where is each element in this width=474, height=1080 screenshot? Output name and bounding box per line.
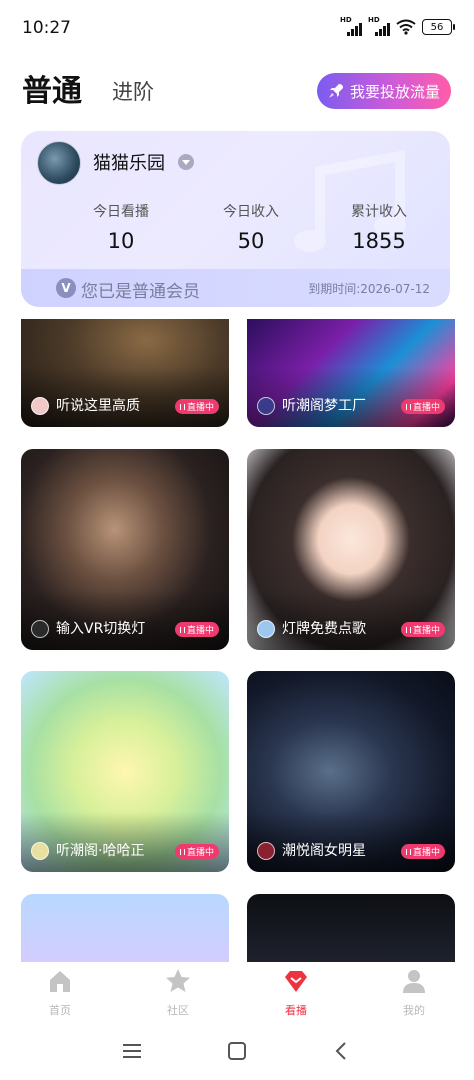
bottom-nav: 首页 社区 看播 我的 (0, 962, 474, 1022)
live-room-card[interactable] (21, 894, 229, 962)
live-badge: 直播中 (174, 844, 219, 859)
diamond-icon (285, 971, 307, 992)
live-badge: 直播中 (174, 622, 219, 637)
menu-icon[interactable] (121, 1040, 143, 1062)
room-avatar (31, 842, 49, 860)
boost-traffic-button[interactable]: 我要投放流量 (317, 73, 451, 109)
room-avatar (31, 397, 49, 415)
account-name[interactable]: 猫猫乐园 (93, 149, 165, 175)
nav-label: 首页 (49, 1004, 71, 1017)
nav-label: 社区 (167, 1004, 189, 1017)
system-nav-bar (0, 1022, 474, 1080)
live-badge-label: 直播中 (186, 626, 214, 636)
nav-community[interactable]: 社区 (138, 968, 218, 1018)
stat-label: 今日收入 (223, 204, 279, 220)
live-badge: 直播中 (174, 399, 219, 414)
stat-label: 累计收入 (351, 204, 407, 220)
stat-total-income: 累计收入 1855 (319, 201, 439, 253)
live-icon (179, 626, 185, 633)
vip-badge-icon: V (56, 278, 76, 298)
star-icon (166, 969, 190, 992)
live-room-feed: 听说这里高质 直播中 听潮阁梦工厂 直播中 输入VR切换灯 直播中 灯牌免费点歌… (0, 319, 474, 962)
live-icon (179, 848, 185, 855)
membership-bar[interactable]: V 您已是普通会员 到期时间:2026-07-12 (21, 269, 450, 307)
wifi-icon (396, 19, 416, 35)
nav-label: 看播 (285, 1004, 307, 1017)
stat-today-views: 今日看播 10 (61, 201, 181, 253)
nav-profile[interactable]: 我的 (374, 968, 454, 1018)
room-title: 潮悦阁女明星 (282, 843, 366, 859)
top-tabs: 普通 进阶 我要投放流量 (0, 64, 474, 120)
live-room-card[interactable]: 输入VR切换灯 直播中 (21, 449, 229, 650)
live-badge-label: 直播中 (412, 848, 440, 858)
stat-value: 1855 (352, 229, 406, 253)
live-badge: 直播中 (400, 844, 445, 859)
nav-watch-live[interactable]: 看播 (256, 968, 336, 1018)
tab-normal[interactable]: 普通 (22, 66, 82, 110)
stat-value: 50 (237, 229, 265, 253)
stat-label: 今日看播 (93, 204, 149, 220)
cellular-signal-icon: HD (340, 16, 362, 36)
home-icon (50, 971, 70, 992)
tab-advanced[interactable]: 进阶 (112, 76, 154, 106)
nav-label: 我的 (403, 1004, 425, 1017)
membership-status: 您已是普通会员 (81, 282, 200, 302)
person-icon (403, 970, 425, 993)
live-icon (405, 403, 411, 410)
room-title: 听说这里高质 (56, 398, 140, 414)
live-badge-label: 直播中 (412, 403, 440, 413)
room-avatar (31, 620, 49, 638)
stat-value: 10 (107, 229, 135, 253)
live-room-card[interactable]: 潮悦阁女明星 直播中 (247, 671, 455, 872)
room-title: 灯牌免费点歌 (282, 621, 366, 637)
status-time: 10:27 (22, 18, 71, 38)
cellular-signal-icon: HD (368, 16, 390, 36)
live-badge: 直播中 (400, 622, 445, 637)
live-badge-label: 直播中 (412, 626, 440, 636)
member-card: 猫猫乐园 今日看播 10 今日收入 50 累计收入 1855 V 您已是普通会员… (21, 131, 450, 307)
live-icon (405, 848, 411, 855)
live-badge: 直播中 (400, 399, 445, 414)
live-room-card[interactable]: 听潮阁·哈哈正 直播中 (21, 671, 229, 872)
back-icon[interactable] (331, 1040, 353, 1062)
live-badge-label: 直播中 (186, 403, 214, 413)
stat-today-income: 今日收入 50 (191, 201, 311, 253)
live-icon (405, 626, 411, 633)
nav-home[interactable]: 首页 (20, 968, 100, 1018)
avatar[interactable] (37, 141, 81, 185)
live-room-card[interactable] (247, 894, 455, 962)
live-room-card[interactable]: 灯牌免费点歌 直播中 (247, 449, 455, 650)
status-bar: 10:27 HD HD 56 (0, 0, 474, 56)
live-room-card[interactable]: 听潮阁梦工厂 直播中 (247, 319, 455, 427)
room-title: 听潮阁梦工厂 (282, 398, 366, 414)
room-title: 输入VR切换灯 (56, 621, 146, 637)
battery-level: 56 (430, 21, 444, 33)
membership-expiry: 到期时间:2026-07-12 (308, 282, 430, 296)
chevron-down-icon[interactable] (178, 154, 194, 170)
status-icons: HD HD 56 (340, 16, 455, 36)
home-square-icon[interactable] (226, 1040, 248, 1062)
room-avatar (257, 620, 275, 638)
rocket-icon (328, 84, 343, 98)
room-avatar (257, 842, 275, 860)
live-room-card[interactable]: 听说这里高质 直播中 (21, 319, 229, 427)
live-icon (179, 403, 185, 410)
live-badge-label: 直播中 (186, 848, 214, 858)
battery-icon: 56 (422, 19, 455, 35)
boost-traffic-label: 我要投放流量 (349, 82, 440, 101)
room-title: 听潮阁·哈哈正 (56, 843, 145, 859)
room-avatar (257, 397, 275, 415)
